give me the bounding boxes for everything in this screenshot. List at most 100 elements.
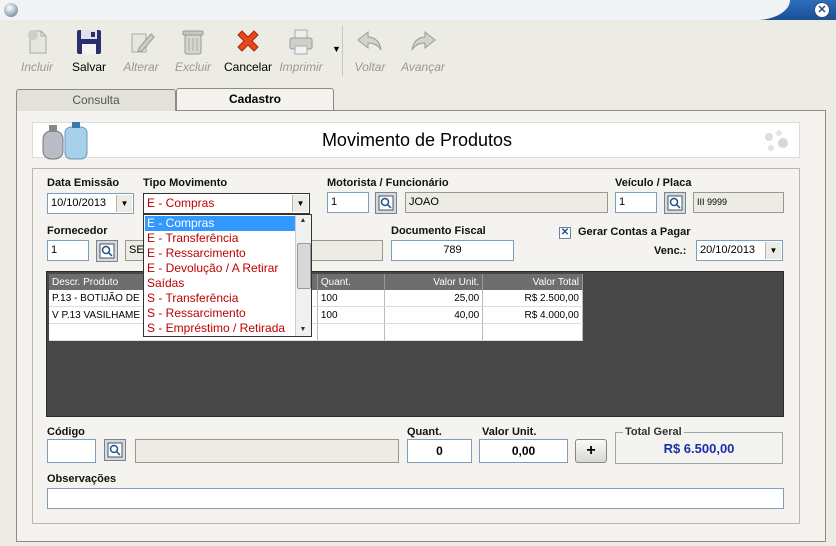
toolbar: Incluir Salvar Alterar Excluir Cancelar … [8, 22, 828, 82]
dropdown-option[interactable]: E - Transferência [145, 231, 297, 246]
cancelar-button[interactable]: Cancelar [222, 22, 274, 80]
col-quant[interactable]: Quant. [317, 274, 385, 290]
data-emissao-value: 10/10/2013 [51, 197, 107, 209]
venc-date-field[interactable]: 20/10/2013 ▼ [696, 240, 783, 261]
veiculo-placa-field: III 9999 [693, 192, 784, 213]
toolbar-separator [342, 26, 343, 76]
codigo-lookup-button[interactable] [104, 439, 126, 461]
forward-arrow-icon [411, 30, 436, 51]
close-x-icon[interactable]: ✕ [814, 2, 830, 18]
total-geral-value: R$ 6.500,00 [663, 441, 735, 456]
cell-valor-total: R$ 2.500,00 [482, 290, 583, 307]
alterar-label: Alterar [123, 60, 159, 74]
valor-unit-field[interactable]: 0,00 [479, 439, 568, 463]
tipo-movimento-select[interactable]: E - Compras ▼ [143, 193, 310, 214]
quant-field[interactable]: 0 [407, 439, 472, 463]
back-arrow-icon [357, 30, 382, 51]
valor-unit-label: Valor Unit. [482, 426, 537, 438]
imprimir-dropdown-icon[interactable]: ▼ [332, 44, 341, 54]
magnifier-icon [378, 195, 394, 211]
page-title: Movimento de Produtos [321, 130, 513, 150]
codigo-field[interactable] [47, 439, 96, 463]
produto-description-field [135, 439, 399, 463]
imprimir-button[interactable]: Imprimir [276, 22, 326, 80]
table-row-empty[interactable] [49, 323, 583, 341]
tipo-movimento-dropdown-list[interactable]: E - Compras E - Transferência E - Ressar… [143, 214, 312, 337]
scroll-up-icon[interactable]: ▲ [296, 215, 310, 227]
cell-valor-unit: 40,00 [384, 306, 484, 324]
col-valor-total[interactable]: Valor Total [482, 274, 583, 290]
chevron-down-icon[interactable]: ▼ [116, 195, 132, 212]
observacoes-field[interactable] [47, 488, 784, 509]
dropdown-option[interactable]: E - Compras [145, 216, 297, 231]
tab-consulta[interactable]: Consulta [16, 89, 176, 111]
avancar-label: Avançar [401, 60, 445, 74]
tipo-movimento-value: E - Compras [147, 196, 215, 210]
chevron-down-icon[interactable]: ▼ [765, 242, 781, 259]
cell-quant: 100 [317, 290, 385, 307]
dropdown-option[interactable]: S - Ressarcimento [145, 306, 297, 321]
observacoes-label: Observações [47, 473, 117, 485]
dropdown-option[interactable]: S - Empréstimo / Retirada [145, 321, 297, 336]
motorista-code-field[interactable]: 1 [327, 192, 369, 213]
scroll-thumb[interactable] [297, 243, 311, 289]
chevron-down-icon[interactable]: ▼ [292, 195, 308, 212]
cell-quant: 100 [317, 306, 385, 324]
fornecedor-lookup-button[interactable] [96, 240, 118, 262]
magnifier-icon [667, 195, 683, 211]
cancel-x-icon [237, 30, 259, 52]
voltar-button[interactable]: Voltar [346, 22, 394, 80]
data-emissao-label: Data Emissão [47, 177, 120, 189]
veiculo-lookup-button[interactable] [664, 192, 686, 214]
dropdown-option[interactable]: S - Transferência [145, 291, 297, 306]
fornecedor-code-field[interactable]: 1 [47, 240, 89, 261]
table-row[interactable]: V P.13 VASILHAME 100 40,00 R$ 4.000,00 [49, 306, 583, 324]
motorista-name-field: JOAO [405, 192, 608, 213]
decorative-dots-icon [765, 130, 788, 151]
app-icon [4, 3, 18, 17]
table-row[interactable]: P.13 - BOTIJÃO DE 100 25,00 R$ 2.500,00 [49, 290, 583, 307]
scroll-down-icon[interactable]: ▼ [296, 324, 310, 336]
dropdown-option[interactable]: E - Devolução / A Retirar [145, 261, 297, 276]
alterar-button[interactable]: Alterar [116, 22, 166, 80]
printer-icon [289, 29, 313, 55]
incluir-button[interactable]: Incluir [12, 22, 62, 80]
excluir-button[interactable]: Excluir [168, 22, 218, 80]
dropdown-option[interactable]: Saídas [145, 276, 297, 291]
floppy-disk-icon [77, 30, 101, 54]
cell-empty [482, 323, 583, 341]
dropdown-option[interactable]: E - Ressarcimento [145, 246, 297, 261]
fornecedor-label: Fornecedor [47, 225, 108, 237]
voltar-label: Voltar [354, 60, 386, 74]
data-emissao-field[interactable]: 10/10/2013 ▼ [47, 193, 134, 214]
cell-empty [317, 323, 385, 341]
documento-fiscal-label: Documento Fiscal [391, 225, 486, 237]
venc-date-value: 20/10/2013 [700, 244, 756, 256]
gerar-contas-checkbox[interactable]: ✕ [559, 227, 571, 239]
motorista-lookup-button[interactable] [375, 192, 397, 214]
codigo-label: Código [47, 426, 85, 438]
incluir-label: Incluir [20, 60, 53, 74]
cell-valor-total: R$ 4.000,00 [482, 306, 583, 324]
cell-valor-unit: 25,00 [384, 290, 484, 307]
form-header: Movimento de Produtos [32, 122, 800, 160]
cancelar-label: Cancelar [223, 60, 273, 74]
document-add-icon [28, 30, 47, 54]
title-bar-background [0, 0, 790, 20]
col-valor-unit[interactable]: Valor Unit. [384, 274, 484, 290]
excluir-label: Excluir [174, 60, 211, 74]
documento-fiscal-field[interactable]: 789 [391, 240, 514, 261]
veiculo-code-field[interactable]: 1 [615, 192, 657, 213]
avancar-button[interactable]: Avançar [398, 22, 448, 80]
dropdown-scrollbar[interactable]: ▲ ▼ [295, 215, 311, 336]
quant-label: Quant. [407, 426, 442, 438]
tab-cadastro[interactable]: Cadastro [176, 88, 334, 110]
gerar-contas-label: Gerar Contas a Pagar [578, 226, 691, 238]
imprimir-label: Imprimir [279, 60, 323, 74]
total-geral-label: Total Geral [623, 426, 684, 438]
salvar-button[interactable]: Salvar [64, 22, 114, 80]
salvar-label: Salvar [71, 60, 106, 74]
motorista-label: Motorista / Funcionário [327, 177, 449, 189]
veiculo-label: Veículo / Placa [615, 177, 692, 189]
add-item-button[interactable]: + [575, 439, 607, 463]
